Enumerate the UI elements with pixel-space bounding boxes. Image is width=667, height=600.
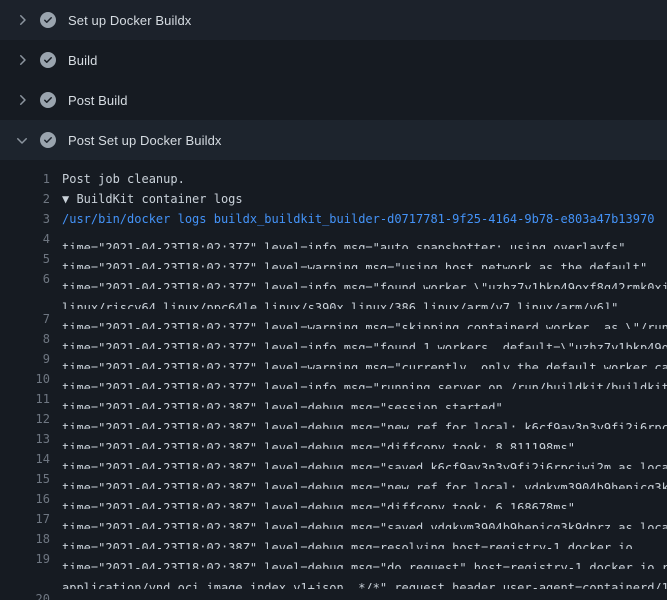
line-number[interactable]: 16 (0, 489, 50, 509)
line-text: time="2021-04-23T18:02:38Z" level=debug … (62, 509, 667, 529)
line-text: time="2021-04-23T18:02:38Z" level=debug … (62, 429, 575, 449)
log-line: 17 time="2021-04-23T18:02:38Z" level=deb… (0, 509, 667, 529)
line-number[interactable]: 18 (0, 529, 50, 549)
line-text: time="2021-04-23T18:02:38Z" level=debug … (62, 409, 667, 429)
log-line: 13 time="2021-04-23T18:02:38Z" level=deb… (0, 429, 667, 449)
log-line: 14 time="2021-04-23T18:02:38Z" level=deb… (0, 449, 667, 469)
line-number[interactable] (0, 289, 50, 309)
log-line: 10 time="2021-04-23T18:02:37Z" level=inf… (0, 369, 667, 389)
log-line: 4 time="2021-04-23T18:02:37Z" level=info… (0, 229, 667, 249)
line-text: time="2021-04-23T18:02:38Z" level=debug … (62, 449, 667, 469)
line-text: time="2021-04-23T18:02:38Z" level=debug … (62, 489, 575, 509)
step-title: Set up Docker Buildx (68, 13, 191, 28)
log-line: 9 time="2021-04-23T18:02:37Z" level=warn… (0, 349, 667, 369)
check-circle-icon (40, 12, 56, 28)
line-number[interactable]: 15 (0, 469, 50, 489)
log-viewer: 1 Post job cleanup. 2 ▼ BuildKit contain… (0, 160, 667, 600)
line-text: time="2021-04-23T18:02:38Z" level=debug … (62, 549, 667, 569)
line-text: application/vnd.oci.image.index.v1+json,… (62, 569, 667, 589)
line-text: time="2021-04-23T18:02:37Z" level=info m… (62, 369, 667, 389)
line-number[interactable]: 5 (0, 249, 50, 269)
log-line: 12 time="2021-04-23T18:02:38Z" level=deb… (0, 409, 667, 429)
check-circle-icon (40, 132, 56, 148)
line-text: linux/riscv64 linux/ppc64le linux/s390x … (62, 289, 618, 309)
step-title: Build (68, 53, 97, 68)
step-header[interactable]: Set up Docker Buildx (0, 0, 667, 40)
line-text: Post job cleanup. (62, 169, 185, 189)
log-line: 8 time="2021-04-23T18:02:37Z" level=info… (0, 329, 667, 349)
chevron-right-icon[interactable] (14, 52, 30, 68)
steps-list: Set up Docker Buildx Build Post Build (0, 0, 667, 160)
log-line: 5 time="2021-04-23T18:02:37Z" level=warn… (0, 249, 667, 269)
line-text: time="2021-04-23T18:02:37Z" level=info m… (62, 329, 667, 349)
check-circle-icon (40, 52, 56, 68)
log-line: linux/riscv64 linux/ppc64le linux/s390x … (0, 289, 667, 309)
line-number[interactable]: 1 (0, 169, 50, 189)
line-text: time="2021-04-23T18:02:37Z" level=warnin… (62, 349, 667, 369)
line-number[interactable]: 11 (0, 389, 50, 409)
line-text: time="2021-04-23T18:02:38Z" level=debug … (62, 469, 667, 489)
step-header[interactable]: Build (0, 40, 667, 80)
line-number[interactable]: 6 (0, 269, 50, 289)
line-text: time="2021-04-23T18:02:37Z" level=info m… (62, 229, 626, 249)
line-number[interactable] (0, 569, 50, 589)
line-number[interactable]: 7 (0, 309, 50, 329)
line-number[interactable]: 4 (0, 229, 50, 249)
line-number[interactable]: 9 (0, 349, 50, 369)
log-line: 19 time="2021-04-23T18:02:38Z" level=deb… (0, 549, 667, 569)
line-text: time="2021-04-23T18:02:37Z" level=warnin… (62, 249, 647, 269)
line-number[interactable]: 8 (0, 329, 50, 349)
chevron-down-icon[interactable] (14, 132, 30, 148)
line-number[interactable]: 3 (0, 209, 50, 229)
chevron-right-icon[interactable] (14, 92, 30, 108)
line-number[interactable]: 20 (0, 589, 50, 600)
log-line: 1 Post job cleanup. (0, 169, 667, 189)
line-number[interactable]: 19 (0, 549, 50, 569)
line-text: /usr/bin/docker logs buildx_buildkit_bui… (62, 209, 654, 229)
line-number[interactable]: 17 (0, 509, 50, 529)
log-line: 20 time="2021-04-23T18:02:38Z" level=deb… (0, 589, 667, 600)
check-circle-icon (40, 92, 56, 108)
line-number[interactable]: 13 (0, 429, 50, 449)
step-title: Post Set up Docker Buildx (68, 133, 222, 148)
line-text: time="2021-04-23T18:02:38Z" level=debug … (62, 589, 662, 600)
chevron-right-icon[interactable] (14, 12, 30, 28)
log-line: 3 /usr/bin/docker logs buildx_buildkit_b… (0, 209, 667, 229)
log-line: 15 time="2021-04-23T18:02:38Z" level=deb… (0, 469, 667, 489)
step-title: Post Build (68, 93, 128, 108)
line-text: time="2021-04-23T18:02:38Z" level=debug … (62, 389, 503, 409)
line-number[interactable]: 12 (0, 409, 50, 429)
log-line: 11 time="2021-04-23T18:02:38Z" level=deb… (0, 389, 667, 409)
step-header[interactable]: Post Set up Docker Buildx (0, 120, 667, 160)
log-line: application/vnd.oci.image.index.v1+json,… (0, 569, 667, 589)
line-text: time="2021-04-23T18:02:38Z" level=debug … (62, 529, 633, 549)
log-line: 18 time="2021-04-23T18:02:38Z" level=deb… (0, 529, 667, 549)
log-line: 7 time="2021-04-23T18:02:37Z" level=warn… (0, 309, 667, 329)
log-group-toggle[interactable]: ▼ BuildKit container logs (62, 189, 243, 209)
log-line: 16 time="2021-04-23T18:02:38Z" level=deb… (0, 489, 667, 509)
line-number[interactable]: 14 (0, 449, 50, 469)
line-text: time="2021-04-23T18:02:37Z" level=info m… (62, 269, 667, 289)
line-number[interactable]: 10 (0, 369, 50, 389)
log-line: 2 ▼ BuildKit container logs (0, 189, 667, 209)
line-text: time="2021-04-23T18:02:37Z" level=warnin… (62, 309, 667, 329)
step-header[interactable]: Post Build (0, 80, 667, 120)
log-line: 6 time="2021-04-23T18:02:37Z" level=info… (0, 269, 667, 289)
line-number[interactable]: 2 (0, 189, 50, 209)
